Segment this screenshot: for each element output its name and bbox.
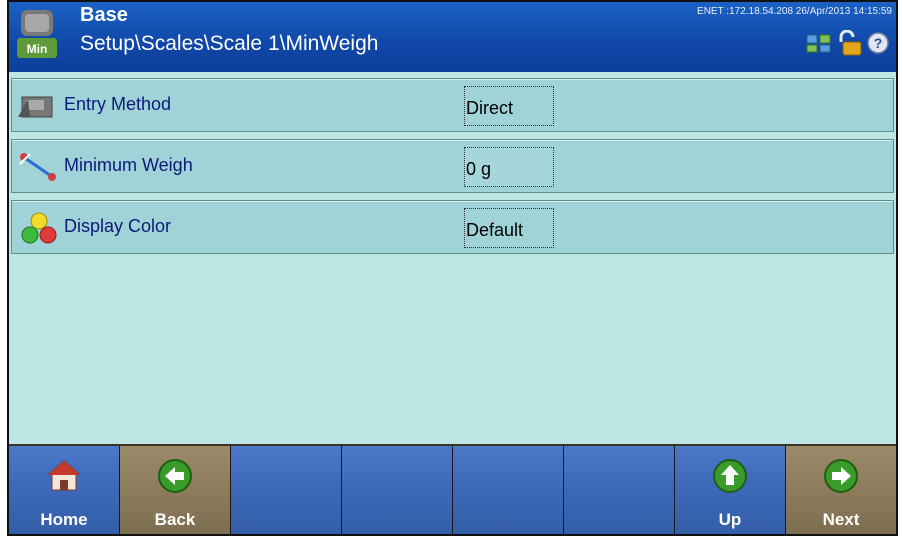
display-color-value[interactable]: Default xyxy=(464,208,554,248)
up-label: Up xyxy=(718,510,742,529)
header-bar: Min Base Setup\Scales\Scale 1\MinWeigh E… xyxy=(9,2,896,72)
unlock-icon xyxy=(839,30,862,56)
next-arrow-icon xyxy=(824,459,858,493)
home-button[interactable]: Home xyxy=(9,446,120,534)
back-button[interactable]: Back xyxy=(120,446,231,534)
row-label: Display Color xyxy=(64,216,172,236)
status-line: ENET :172.18.54.208 26/Apr/2013 14:15:59 xyxy=(697,6,892,17)
header-icons: ? xyxy=(806,30,890,56)
softkey-empty-6[interactable] xyxy=(564,446,675,534)
svg-text:?: ? xyxy=(874,35,883,51)
softkey-empty-3[interactable] xyxy=(231,446,342,534)
next-button[interactable]: Next xyxy=(786,446,896,534)
up-button[interactable]: Up xyxy=(675,446,786,534)
up-arrow-icon xyxy=(713,459,747,493)
minimum-weigh-value[interactable]: 0 g xyxy=(464,147,554,187)
next-label: Next xyxy=(822,510,860,529)
softkey-bar: Home Back Up Next xyxy=(9,444,896,534)
softkey-empty-5[interactable] xyxy=(453,446,564,534)
row-label: Minimum Weigh xyxy=(64,155,193,175)
page-title: Base xyxy=(80,4,128,26)
row-entry-method[interactable]: Entry Method Direct xyxy=(11,78,894,132)
entry-method-value[interactable]: Direct xyxy=(464,86,554,126)
terminal-screen: Min Base Setup\Scales\Scale 1\MinWeigh E… xyxy=(7,0,898,536)
help-icon[interactable]: ? xyxy=(866,31,890,55)
row-display-color[interactable]: Display Color Default xyxy=(11,200,894,254)
entry-method-icon xyxy=(18,96,53,118)
network-icon xyxy=(806,34,831,53)
back-label: Back xyxy=(154,510,196,529)
back-arrow-icon xyxy=(158,459,192,493)
home-icon xyxy=(47,460,81,491)
home-label: Home xyxy=(40,510,88,529)
min-weigh-icon: Min xyxy=(17,10,57,58)
breadcrumb: Setup\Scales\Scale 1\MinWeigh xyxy=(80,32,379,55)
softkey-empty-4[interactable] xyxy=(342,446,453,534)
row-minimum-weigh[interactable]: Minimum Weigh 0 g xyxy=(11,139,894,193)
minimum-weigh-icon xyxy=(19,153,56,181)
svg-text:Min: Min xyxy=(27,42,48,56)
display-color-icon xyxy=(21,212,57,244)
row-label: Entry Method xyxy=(64,94,172,114)
